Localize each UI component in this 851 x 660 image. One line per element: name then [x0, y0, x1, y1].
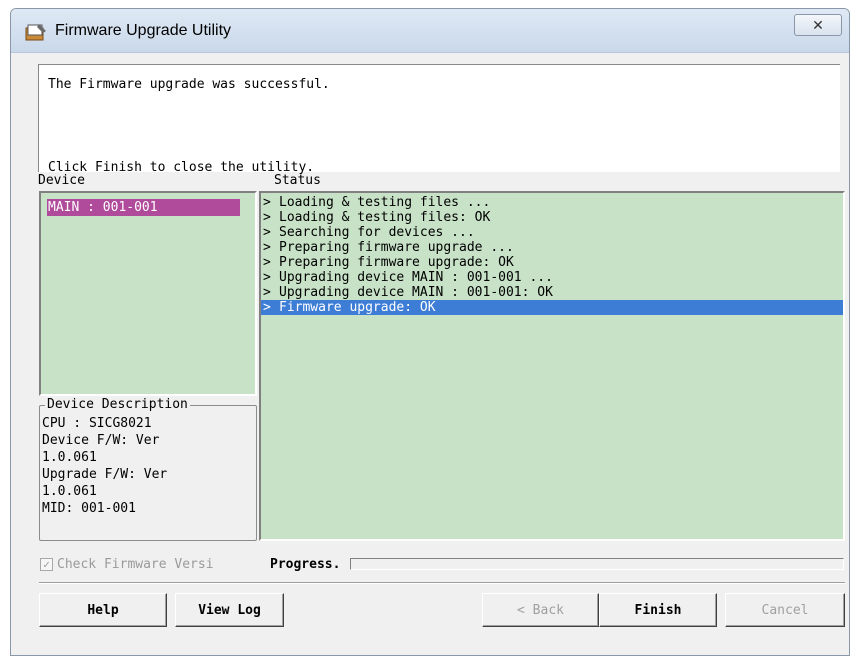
- description-line: Upgrade F/W: Ver: [42, 467, 168, 482]
- checkmark-icon: ✓: [40, 558, 53, 571]
- description-line: 1.0.061: [42, 450, 97, 465]
- status-row[interactable]: > Preparing firmware upgrade ...: [261, 240, 843, 255]
- chevron-right-icon: >: [263, 255, 271, 270]
- status-row-text: Upgrading device MAIN : 001-001: OK: [279, 285, 553, 300]
- cancel-button[interactable]: Cancel: [725, 593, 845, 627]
- description-line: Device F/W: Ver: [42, 433, 160, 448]
- status-row-text: Preparing firmware upgrade ...: [279, 240, 514, 255]
- chevron-right-icon: >: [263, 195, 271, 210]
- title-bar[interactable]: Firmware Upgrade Utility ✕: [11, 9, 849, 53]
- status-label: Status: [274, 173, 321, 188]
- device-item-main[interactable]: MAIN : 001-001: [47, 199, 240, 216]
- status-row-selected[interactable]: > Firmware upgrade: OK: [261, 300, 843, 315]
- status-row[interactable]: > Searching for devices ...: [261, 225, 843, 240]
- status-row-text: Searching for devices ...: [279, 225, 475, 240]
- status-row-text: Upgrading device MAIN : 001-001 ...: [279, 270, 553, 285]
- chevron-right-icon: >: [263, 225, 271, 240]
- status-list[interactable]: > Loading & testing files ... > Loading & …: [259, 191, 845, 541]
- finish-button[interactable]: Finish: [599, 593, 717, 627]
- chevron-right-icon: >: [263, 270, 271, 285]
- close-button[interactable]: ✕: [794, 14, 842, 36]
- status-row-text: Firmware upgrade: OK: [279, 300, 436, 315]
- firmware-upgrade-window: Firmware Upgrade Utility ✕ The Firmware …: [10, 8, 850, 656]
- device-label: Device: [38, 173, 85, 188]
- status-row[interactable]: > Upgrading device MAIN : 001-001 ...: [261, 270, 843, 285]
- chevron-right-icon: >: [263, 210, 271, 225]
- window-title: Firmware Upgrade Utility: [55, 22, 232, 39]
- message-line-1: The Firmware upgrade was successful.: [48, 77, 330, 92]
- check-firmware-label: Check Firmware Versi: [57, 557, 214, 572]
- help-button[interactable]: Help: [39, 593, 167, 627]
- device-description-title: Device Description: [45, 397, 190, 412]
- status-row-text: Loading & testing files: OK: [279, 210, 491, 225]
- status-row[interactable]: > Upgrading device MAIN : 001-001: OK: [261, 285, 843, 300]
- description-line: 1.0.061: [42, 484, 97, 499]
- separator: [39, 582, 845, 584]
- close-icon: ✕: [812, 16, 824, 33]
- status-row-text: Loading & testing files ...: [279, 195, 491, 210]
- app-icon: [25, 24, 46, 41]
- chevron-right-icon: >: [263, 300, 271, 315]
- chevron-right-icon: >: [263, 285, 271, 300]
- back-button[interactable]: < Back: [482, 593, 599, 627]
- status-row[interactable]: > Loading & testing files ...: [261, 195, 843, 210]
- description-line: CPU : SICG8021: [42, 416, 152, 431]
- status-row[interactable]: > Preparing firmware upgrade: OK: [261, 255, 843, 270]
- status-row[interactable]: > Loading & testing files: OK: [261, 210, 843, 225]
- device-description-group: Device Description CPU : SICG8021 Device…: [39, 397, 257, 541]
- dialog-body: The Firmware upgrade was successful. Cli…: [19, 54, 845, 648]
- view-log-button[interactable]: View Log: [175, 593, 284, 627]
- progress-label: Progress.: [270, 557, 341, 572]
- device-list[interactable]: MAIN : 001-001: [39, 191, 257, 396]
- chevron-right-icon: >: [263, 240, 271, 255]
- message-panel: The Firmware upgrade was successful. Cli…: [38, 64, 840, 175]
- description-line: MID: 001-001: [42, 501, 136, 516]
- progress-bar: [350, 558, 844, 570]
- status-row-text: Preparing firmware upgrade: OK: [279, 255, 514, 270]
- check-firmware-version-checkbox[interactable]: ✓ Check Firmware Versi: [40, 557, 214, 572]
